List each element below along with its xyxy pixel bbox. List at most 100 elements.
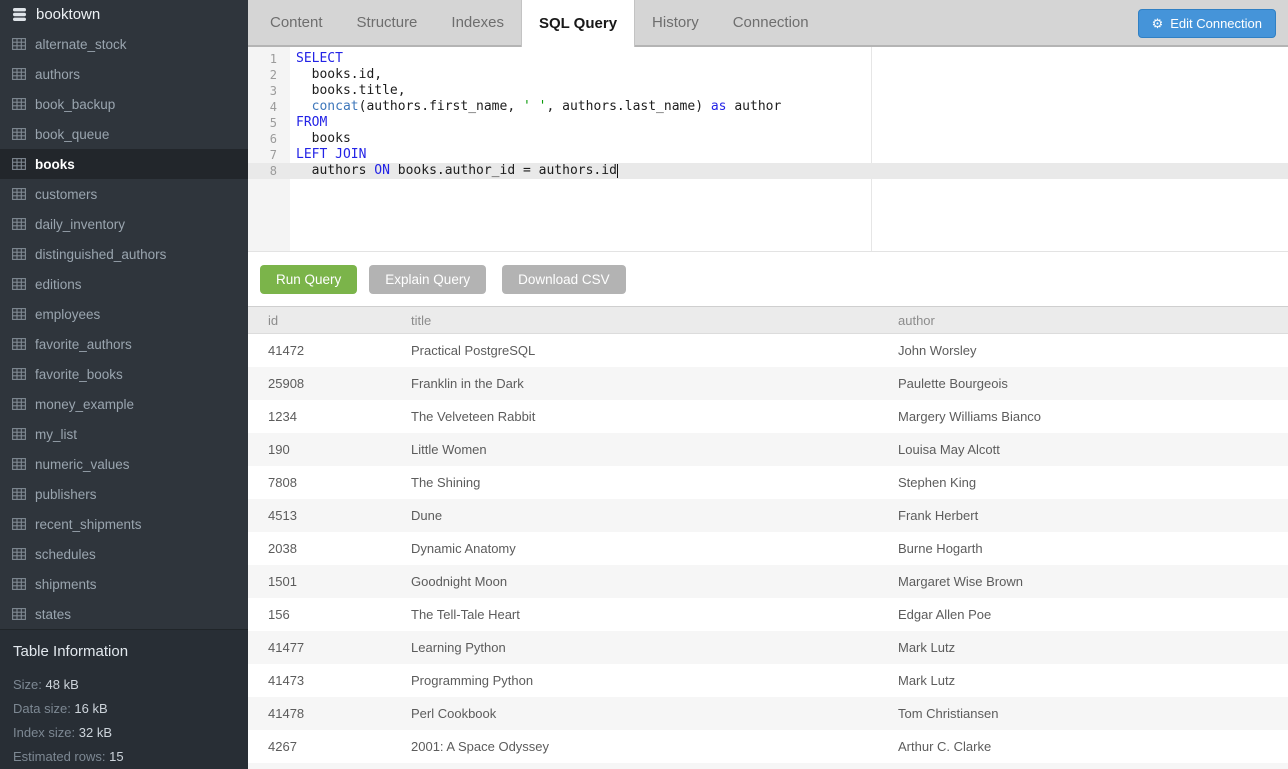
cell-id: 190 xyxy=(248,442,391,457)
info-label: Size: xyxy=(13,677,46,692)
sidebar-item-employees[interactable]: employees xyxy=(0,299,248,329)
sidebar-item-distinguished_authors[interactable]: distinguished_authors xyxy=(0,239,248,269)
cell-id: 41477 xyxy=(248,640,391,655)
tab-sql-query[interactable]: SQL Query xyxy=(521,0,635,47)
table-row[interactable]: 41478Perl CookbookTom Christiansen xyxy=(248,697,1288,730)
table-name-label: employees xyxy=(35,307,100,322)
sidebar-item-book_queue[interactable]: book_queue xyxy=(0,119,248,149)
sidebar-item-book_backup[interactable]: book_backup xyxy=(0,89,248,119)
line-number: 8 xyxy=(248,163,290,179)
download-csv-button[interactable]: Download CSV xyxy=(502,265,626,294)
sidebar-item-numeric_values[interactable]: numeric_values xyxy=(0,449,248,479)
query-actions: Run Query Explain Query Download CSV xyxy=(248,252,1288,306)
tab-content[interactable]: Content xyxy=(253,0,340,45)
sidebar-item-favorite_books[interactable]: favorite_books xyxy=(0,359,248,389)
edit-connection-button[interactable]: ⚙ Edit Connection xyxy=(1138,9,1276,38)
table-row[interactable]: 1234The Velveteen RabbitMargery Williams… xyxy=(248,400,1288,433)
cell-title: Learning Python xyxy=(391,640,878,655)
table-name-label: schedules xyxy=(35,547,96,562)
info-value: 15 xyxy=(109,749,123,764)
sql-editor[interactable]: 1SELECT2 books.id,3 books.title,4 concat… xyxy=(248,47,1288,252)
cell-id: 4513 xyxy=(248,508,391,523)
table-row[interactable]: 41477Learning PythonMark Lutz xyxy=(248,631,1288,664)
code-line-4[interactable]: 4 concat(authors.first_name, ' ', author… xyxy=(248,99,1288,115)
explain-query-button[interactable]: Explain Query xyxy=(369,265,486,294)
table-row[interactable]: 2038Dynamic AnatomyBurne Hogarth xyxy=(248,532,1288,565)
table-name-label: editions xyxy=(35,277,82,292)
table-name-label: daily_inventory xyxy=(35,217,125,232)
table-icon xyxy=(12,98,26,110)
code-line-3[interactable]: 3 books.title, xyxy=(248,83,1288,99)
tab-connection[interactable]: Connection xyxy=(716,0,826,45)
code-line-5[interactable]: 5FROM xyxy=(248,115,1288,131)
table-row[interactable]: 25908Franklin in the DarkPaulette Bourge… xyxy=(248,367,1288,400)
table-name-label: shipments xyxy=(35,577,97,592)
cell-id: 41478 xyxy=(248,706,391,721)
app-window: booktown alternate_stockauthorsbook_back… xyxy=(0,0,1288,769)
database-header[interactable]: booktown xyxy=(0,0,248,29)
sidebar-item-states[interactable]: states xyxy=(0,599,248,629)
cell-title: 2001: A Space Odyssey xyxy=(391,739,878,754)
line-number: 1 xyxy=(248,51,290,67)
cell-id: 4267 xyxy=(248,739,391,754)
table-info-title: Table Information xyxy=(13,643,248,660)
table-icon xyxy=(12,308,26,320)
tab-history[interactable]: History xyxy=(635,0,716,45)
code-line-2[interactable]: 2 books.id, xyxy=(248,67,1288,83)
table-row[interactable]: 156The Tell-Tale HeartEdgar Allen Poe xyxy=(248,598,1288,631)
results-rows: 41472Practical PostgreSQLJohn Worsley259… xyxy=(248,334,1288,769)
column-header-author[interactable]: author xyxy=(878,313,1288,328)
table-row[interactable]: 7808The ShiningStephen King xyxy=(248,466,1288,499)
column-header-title[interactable]: title xyxy=(391,313,878,328)
tab-indexes[interactable]: Indexes xyxy=(434,0,521,45)
table-name-label: customers xyxy=(35,187,97,202)
cell-author: Margery Williams Bianco xyxy=(878,409,1288,424)
table-name-label: numeric_values xyxy=(35,457,130,472)
sidebar-item-authors[interactable]: authors xyxy=(0,59,248,89)
cell-title: Franklin in the Dark xyxy=(391,376,878,391)
tab-structure[interactable]: Structure xyxy=(340,0,435,45)
table-row[interactable]: 190Little WomenLouisa May Alcott xyxy=(248,433,1288,466)
sidebar-item-money_example[interactable]: money_example xyxy=(0,389,248,419)
sidebar-item-books[interactable]: books xyxy=(0,149,248,179)
code-text: books.id, xyxy=(290,67,382,83)
sidebar: booktown alternate_stockauthorsbook_back… xyxy=(0,0,248,769)
run-query-button[interactable]: Run Query xyxy=(260,265,357,294)
sidebar-item-shipments[interactable]: shipments xyxy=(0,569,248,599)
info-label: Estimated rows: xyxy=(13,749,109,764)
table-name-label: favorite_books xyxy=(35,367,123,382)
table-icon xyxy=(12,128,26,140)
sidebar-item-alternate_stock[interactable]: alternate_stock xyxy=(0,29,248,59)
table-row[interactable]: 4513DuneFrank Herbert xyxy=(248,499,1288,532)
code-text: LEFT JOIN xyxy=(290,147,366,163)
cell-author: Louisa May Alcott xyxy=(878,442,1288,457)
table-icon xyxy=(12,158,26,170)
sidebar-item-recent_shipments[interactable]: recent_shipments xyxy=(0,509,248,539)
sidebar-item-publishers[interactable]: publishers xyxy=(0,479,248,509)
cell-id: 2038 xyxy=(248,541,391,556)
sidebar-item-daily_inventory[interactable]: daily_inventory xyxy=(0,209,248,239)
table-row[interactable]: 1501Goodnight MoonMargaret Wise Brown xyxy=(248,565,1288,598)
sidebar-item-favorite_authors[interactable]: favorite_authors xyxy=(0,329,248,359)
table-row[interactable]: 41473Programming PythonMark Lutz xyxy=(248,664,1288,697)
sidebar-item-customers[interactable]: customers xyxy=(0,179,248,209)
table-name-label: publishers xyxy=(35,487,97,502)
line-number: 4 xyxy=(248,99,290,115)
cell-title: Dynamic Anatomy xyxy=(391,541,878,556)
table-row[interactable]: 42672001: A Space OdysseyArthur C. Clark… xyxy=(248,730,1288,763)
code-line-6[interactable]: 6 books xyxy=(248,131,1288,147)
table-row[interactable]: 41472Practical PostgreSQLJohn Worsley xyxy=(248,334,1288,367)
code-line-7[interactable]: 7LEFT JOIN xyxy=(248,147,1288,163)
code-line-1[interactable]: 1SELECT xyxy=(248,51,1288,67)
sidebar-item-schedules[interactable]: schedules xyxy=(0,539,248,569)
info-value: 48 kB xyxy=(46,677,79,692)
cell-id: 1501 xyxy=(248,574,391,589)
sidebar-item-editions[interactable]: editions xyxy=(0,269,248,299)
sidebar-item-my_list[interactable]: my_list xyxy=(0,419,248,449)
table-info-row: Data size: 16 kB xyxy=(13,697,248,721)
code-line-8[interactable]: 8 authors ON books.author_id = authors.i… xyxy=(248,163,1288,179)
column-header-id[interactable]: id xyxy=(248,313,391,328)
table-icon xyxy=(12,488,26,500)
code-lines: 1SELECT2 books.id,3 books.title,4 concat… xyxy=(248,47,1288,179)
code-text: concat(authors.first_name, ' ', authors.… xyxy=(290,99,781,115)
